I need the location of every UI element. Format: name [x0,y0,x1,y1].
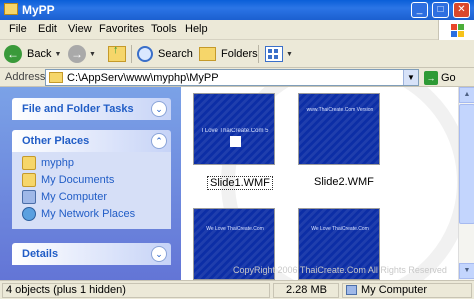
other-places-body: myphp My Documents My Computer My Networ… [12,152,171,229]
folders-button[interactable]: Folders [199,44,258,64]
folder-icon [4,3,18,15]
address-input[interactable]: C:\AppServ\www\myphp\MyPP ▼ [45,69,419,86]
qr-code-icon [230,136,241,147]
back-label: Back [27,48,52,60]
menu-help[interactable]: Help [185,23,208,35]
place-my-network-places[interactable]: My Network Places [22,207,135,221]
title-bar: MyPP _ □ ✕ [0,0,474,20]
dropdown-arrow-icon: ▼ [89,50,96,58]
address-bar: Address C:\AppServ\www\myphp\MyPP ▼ → Go [0,68,474,87]
dropdown-arrow-icon: ▼ [54,50,62,58]
folder-icon [22,156,36,170]
file-folder-tasks-title: File and Folder Tasks [22,103,134,115]
computer-icon [346,285,357,295]
menu-edit[interactable]: Edit [38,23,57,35]
menu-view[interactable]: View [68,23,92,35]
details-title: Details [22,248,59,260]
chevron-up-icon[interactable]: ⌃ [151,133,167,149]
slide-text: I Love ThaiCreate.Com 5 [201,128,269,134]
views-icon [265,46,283,62]
scroll-up-button[interactable]: ▲ [459,87,474,103]
minimize-button[interactable]: _ [411,2,428,18]
task-pane: File and Folder Tasks ⌄ Other Places ⌃ m… [0,87,181,280]
documents-folder-icon [22,173,36,187]
status-size: 2.28 MB [273,283,339,298]
file-name[interactable]: Slide2.WMF [314,176,374,188]
place-my-documents[interactable]: My Documents [22,173,114,187]
folder-icon [49,72,63,83]
search-icon [137,46,153,62]
back-arrow-icon: ← [4,45,22,63]
computer-icon [22,190,36,204]
other-places-title: Other Places [22,135,90,147]
scroll-down-button[interactable]: ▼ [459,263,474,279]
network-icon [22,207,36,221]
toolbar-separator [131,45,132,63]
slide-text: www.ThaiCreate.Com Version [306,107,374,113]
details-header[interactable]: Details ⌄ [12,243,171,265]
scroll-thumb[interactable] [459,104,474,224]
status-bar: 4 objects (plus 1 hidden) 2.28 MB My Com… [0,280,474,299]
chevron-down-icon[interactable]: ⌄ [151,101,167,117]
toolbar: ← Back ▼ → ▼ ↑ Search Folders ▼ [0,40,474,68]
place-label: My Documents [41,174,115,186]
folders-label: Folders [221,48,258,60]
back-button[interactable]: ← Back ▼ [4,44,61,64]
go-arrow-icon: → [424,70,438,85]
slide-text: We Love ThaiCreate.Com [206,226,264,232]
place-myphp[interactable]: myphp [22,156,74,170]
file-thumbnail[interactable]: I Love ThaiCreate.Com 5 [193,93,275,165]
status-location: My Computer [342,283,472,298]
menu-favorites[interactable]: Favorites [99,23,144,35]
menu-file[interactable]: File [9,23,27,35]
up-button[interactable]: ↑ [108,44,126,64]
place-label: myphp [41,157,75,169]
folders-icon [199,47,216,61]
other-places-header[interactable]: Other Places ⌃ [12,130,171,152]
menu-tools[interactable]: Tools [151,23,177,35]
place-label: My Computer [41,191,108,203]
copyright-watermark: CopyRight 2006 ThaiCreate.Com All Rights… [233,265,447,275]
file-thumbnail[interactable]: www.ThaiCreate.Com Version [298,93,380,165]
forward-button[interactable]: → ▼ [68,44,96,64]
dropdown-arrow-icon: ▼ [286,50,293,58]
window-title: MyPP [22,3,55,17]
go-button[interactable]: → Go [424,69,456,86]
views-button[interactable]: ▼ [265,44,293,64]
close-button[interactable]: ✕ [453,2,470,18]
place-my-computer[interactable]: My Computer [22,190,107,204]
status-location-label: My Computer [361,284,428,296]
vertical-scrollbar[interactable]: ▲ ▼ [458,87,474,280]
go-label: Go [441,71,456,84]
status-object-count: 4 objects (plus 1 hidden) [2,283,270,298]
maximize-button[interactable]: □ [432,2,449,18]
address-label: Address [5,71,46,83]
up-folder-icon: ↑ [108,44,126,62]
address-dropdown-button[interactable]: ▼ [403,70,418,85]
file-list-view[interactable]: I Love ThaiCreate.Com 5 Slide1.WMF www.T… [181,87,458,280]
chevron-down-icon[interactable]: ⌄ [151,246,167,262]
windows-logo-icon [438,20,474,40]
menu-bar: File Edit View Favorites Tools Help [0,20,474,40]
search-label: Search [158,48,193,60]
place-label: My Network Places [41,208,136,220]
address-path: C:\AppServ\www\myphp\MyPP [67,72,219,84]
search-button[interactable]: Search [137,44,193,64]
toolbar-separator [258,45,259,63]
file-folder-tasks-header[interactable]: File and Folder Tasks ⌄ [12,98,171,120]
file-name-selected[interactable]: Slide1.WMF [207,176,273,190]
slide-text: We Love ThaiCreate.Com [311,226,369,232]
forward-arrow-icon: → [68,45,86,63]
